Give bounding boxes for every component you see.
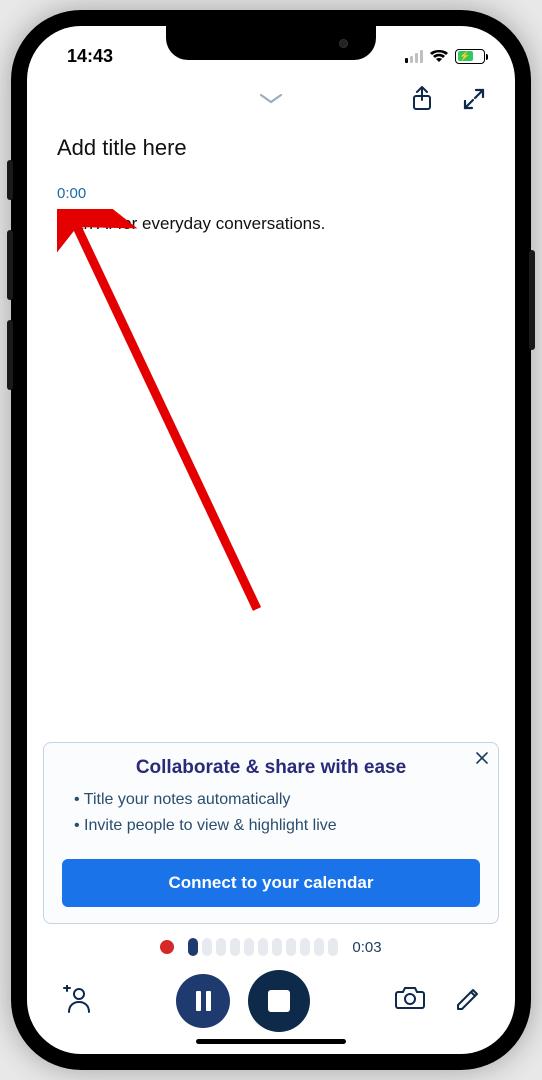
- add-person-button[interactable]: [61, 985, 91, 1018]
- recording-indicator-icon: [160, 940, 174, 954]
- elapsed-time: 0:03: [352, 939, 381, 956]
- expand-button[interactable]: [463, 88, 485, 115]
- promo-card: Collaborate & share with ease Title your…: [43, 742, 499, 924]
- connect-calendar-button[interactable]: Connect to your calendar: [62, 859, 480, 907]
- recording-progress: 0:03: [27, 930, 515, 960]
- transcript-timestamp: 0:00: [57, 185, 485, 202]
- phone-mute-switch: [7, 160, 13, 200]
- screen: 14:43 ⚡: [27, 26, 515, 1054]
- phone-notch: [166, 26, 376, 60]
- progress-segments: [188, 938, 338, 956]
- cellular-signal-icon: [405, 49, 423, 63]
- camera-dot-icon: [339, 39, 348, 48]
- promo-feature-list: Title your notes automatically Invite pe…: [62, 791, 480, 835]
- stop-button[interactable]: [248, 970, 310, 1032]
- transcript-text: is an AI for everyday conversations.: [57, 212, 485, 236]
- promo-heading: Collaborate & share with ease: [62, 757, 480, 779]
- stop-icon: [268, 990, 290, 1012]
- content-area: Add title here 0:00 is an AI for everyda…: [27, 121, 515, 742]
- status-indicators: ⚡: [405, 49, 485, 64]
- close-promo-button[interactable]: [476, 751, 488, 767]
- phone-volume-down: [7, 320, 13, 390]
- phone-volume-up: [7, 230, 13, 300]
- highlight-button[interactable]: [455, 986, 481, 1017]
- home-indicator[interactable]: [196, 1039, 346, 1044]
- phone-frame: 14:43 ⚡: [11, 10, 531, 1070]
- pause-button[interactable]: [176, 974, 230, 1028]
- camera-button[interactable]: [395, 986, 425, 1017]
- battery-icon: ⚡: [455, 49, 485, 64]
- pause-icon: [196, 991, 211, 1011]
- phone-power-button: [529, 250, 535, 350]
- collapse-button[interactable]: [258, 92, 284, 111]
- annotation-arrow-icon: [57, 209, 277, 629]
- status-time: 14:43: [67, 46, 113, 67]
- promo-feature-item: Title your notes automatically: [74, 791, 480, 809]
- title-input[interactable]: Add title here: [57, 135, 485, 161]
- wifi-icon: [429, 49, 449, 63]
- top-action-bar: [27, 74, 515, 121]
- share-button[interactable]: [411, 86, 433, 117]
- promo-feature-item: Invite people to view & highlight live: [74, 817, 480, 835]
